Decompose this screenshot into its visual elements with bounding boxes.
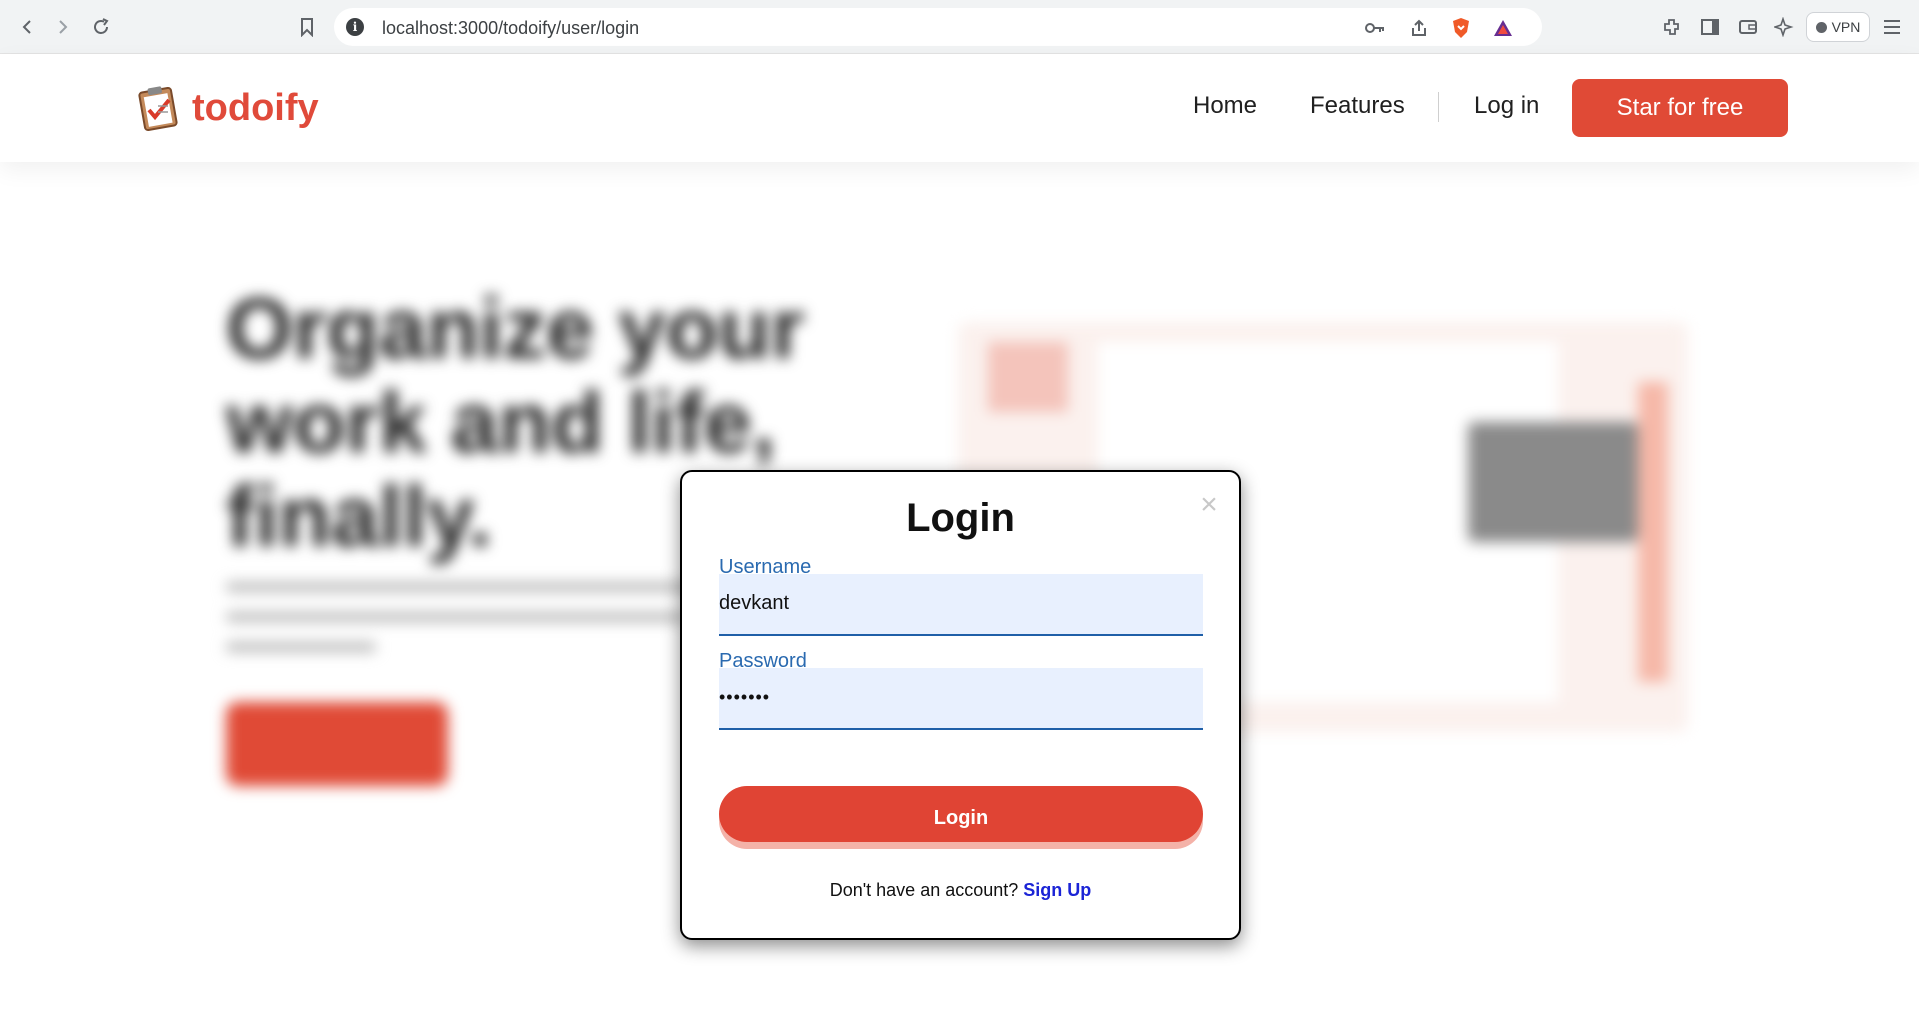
browser-toolbar: i localhost:3000/todoify/user/login VPN bbox=[0, 0, 1919, 54]
extensions-icon[interactable] bbox=[1660, 15, 1684, 39]
share-icon[interactable] bbox=[1408, 17, 1430, 39]
vpn-status-icon bbox=[1815, 21, 1827, 33]
hero-text-line bbox=[226, 612, 686, 622]
clipboard-logo-icon bbox=[138, 86, 178, 132]
username-input[interactable]: devkant bbox=[719, 574, 1203, 636]
nav-divider bbox=[1438, 92, 1439, 122]
brand-name: todoify bbox=[192, 86, 319, 129]
nav-home[interactable]: Home bbox=[1193, 92, 1257, 120]
hero-text-line bbox=[226, 642, 376, 652]
bookmark-icon[interactable] bbox=[294, 14, 320, 40]
nav-features[interactable]: Features bbox=[1310, 92, 1405, 120]
address-url[interactable]: localhost:3000/todoify/user/login bbox=[382, 18, 639, 39]
page: todoify Home Features Log in Star for fr… bbox=[0, 54, 1919, 1032]
vpn-label: VPN bbox=[1831, 19, 1861, 35]
signup-link[interactable]: Sign Up bbox=[1023, 880, 1091, 900]
password-input[interactable]: ••••••• bbox=[719, 668, 1203, 730]
preview-card bbox=[1468, 422, 1638, 542]
sidebar-icon[interactable] bbox=[1698, 15, 1722, 39]
forward-icon[interactable] bbox=[50, 14, 76, 40]
signup-prompt: Don't have an account? Sign Up bbox=[682, 880, 1239, 901]
key-icon[interactable] bbox=[1364, 17, 1386, 39]
signup-prompt-text: Don't have an account? bbox=[829, 880, 1019, 900]
hero-start-button bbox=[226, 702, 448, 786]
reload-icon[interactable] bbox=[88, 14, 114, 40]
hero-text-line bbox=[226, 582, 726, 592]
star-for-free-button[interactable]: Star for free bbox=[1572, 79, 1788, 137]
login-modal: × Login Username devkant Password ••••••… bbox=[680, 470, 1241, 940]
site-header: todoify Home Features Log in Star for fr… bbox=[0, 54, 1919, 162]
login-title: Login bbox=[906, 496, 1015, 540]
login-submit-button[interactable]: Login bbox=[719, 786, 1203, 842]
preview-stripe bbox=[1638, 382, 1668, 682]
back-icon[interactable] bbox=[14, 14, 40, 40]
address-bar[interactable]: i localhost:3000/todoify/user/login bbox=[334, 8, 1542, 46]
logo[interactable]: todoify bbox=[136, 84, 319, 132]
brave-shields-icon[interactable] bbox=[1450, 17, 1472, 39]
vpn-button[interactable]: VPN bbox=[1806, 12, 1870, 42]
wallet-icon[interactable] bbox=[1736, 15, 1760, 39]
site-info-icon[interactable]: i bbox=[346, 18, 364, 36]
brave-rewards-icon[interactable] bbox=[1492, 17, 1514, 39]
leo-ai-icon[interactable] bbox=[1772, 15, 1796, 39]
menu-icon[interactable] bbox=[1880, 15, 1904, 39]
preview-sidebar bbox=[988, 342, 1068, 412]
nav-login[interactable]: Log in bbox=[1474, 92, 1539, 120]
